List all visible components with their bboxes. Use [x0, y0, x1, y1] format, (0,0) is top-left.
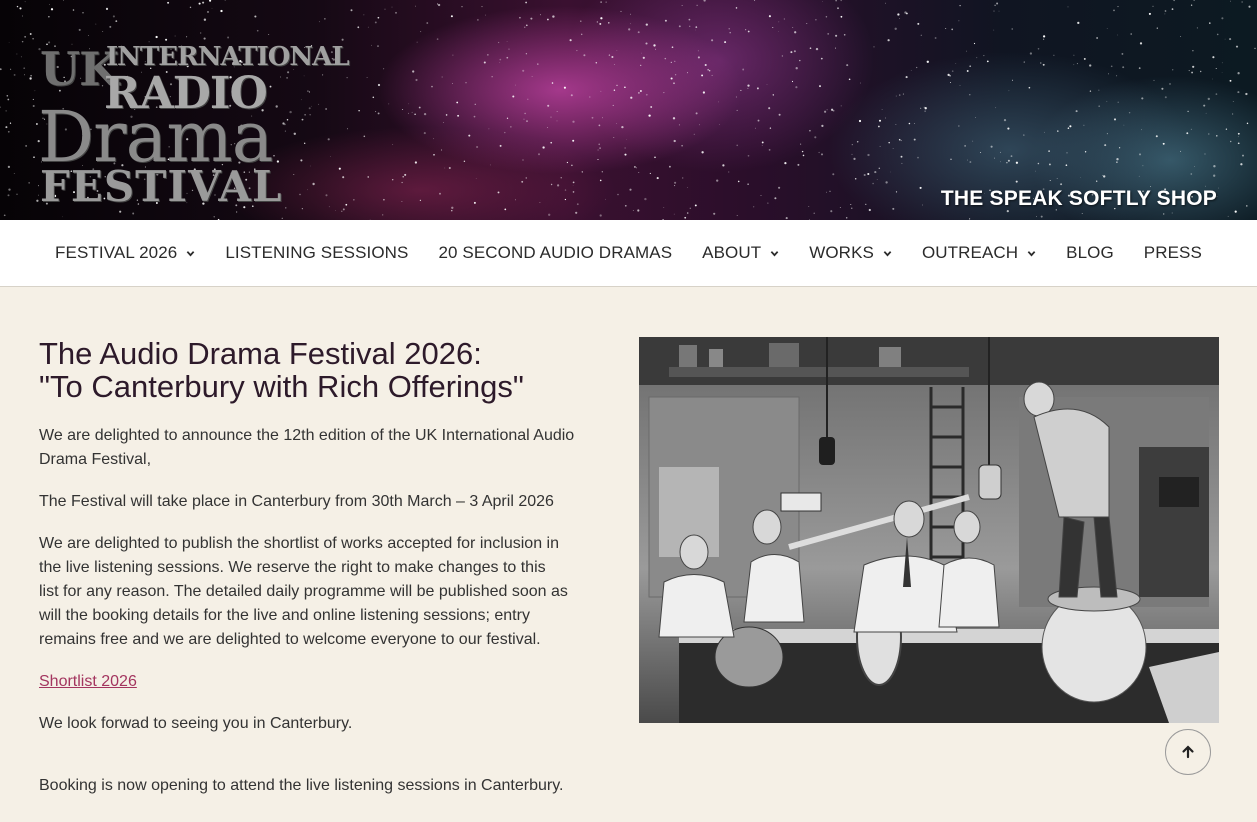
- chevron-down-icon: [1027, 250, 1036, 256]
- nav-item-about[interactable]: ABOUT: [702, 243, 779, 263]
- nav-item-label: PRESS: [1143, 243, 1202, 262]
- nav-item-label: LISTENING SESSIONS: [225, 243, 409, 262]
- dates-paragraph: The Festival will take place in Canterbu…: [39, 493, 554, 510]
- radio-drama-studio-photo: [639, 337, 1219, 723]
- main-content: The Audio Drama Festival 2026: "To Cante…: [39, 337, 609, 798]
- nav-item-20-second-audio-dramas[interactable]: 20 SECOND AUDIO DRAMAS: [439, 243, 673, 263]
- nav-item-press[interactable]: PRESS: [1144, 243, 1202, 263]
- closing-paragraph: We look forwad to seeing you in Canterbu…: [39, 715, 353, 732]
- shortlist-link[interactable]: Shortlist 2026: [39, 670, 137, 694]
- main-nav: FESTIVAL 2026 LISTENING SESSIONS 20 SECO…: [0, 220, 1257, 287]
- back-to-top-button[interactable]: [1165, 729, 1211, 775]
- arrow-up-icon: [1182, 745, 1194, 759]
- announcement-paragraph: We are delighted to announce the 12th ed…: [39, 427, 575, 468]
- nav-item-label: 20 SECOND AUDIO DRAMAS: [438, 243, 673, 262]
- nav-item-outreach[interactable]: OUTREACH: [922, 243, 1036, 263]
- nav-item-works[interactable]: WORKS: [809, 243, 892, 263]
- logo-festival-text: FESTIVAL: [40, 162, 283, 211]
- shop-link[interactable]: THE SPEAK SOFTLY SHOP: [941, 187, 1217, 211]
- nav-item-label: FESTIVAL 2026: [55, 243, 178, 262]
- nav-item-festival-2026[interactable]: FESTIVAL 2026: [55, 243, 195, 263]
- nav-item-blog[interactable]: BLOG: [1066, 243, 1114, 263]
- chevron-down-icon: [187, 250, 195, 256]
- page-title: The Audio Drama Festival 2026: "To Cante…: [39, 337, 609, 403]
- nav-item-label: BLOG: [1066, 243, 1114, 262]
- chevron-down-icon: [770, 250, 779, 256]
- header-banner: UK INTERNATIONAL RADIO Drama FESTIVAL TH…: [0, 0, 1257, 220]
- page-title-line-2: "To Canterbury with Rich Offerings": [39, 369, 524, 404]
- nav-item-label: ABOUT: [702, 243, 762, 262]
- booking-paragraph: Booking is now opening to attend the liv…: [39, 777, 564, 794]
- nav-item-label: OUTREACH: [921, 243, 1019, 262]
- nav-item-label: WORKS: [809, 243, 874, 262]
- chevron-down-icon: [883, 250, 892, 256]
- page-title-line-1: The Audio Drama Festival 2026:: [39, 336, 482, 371]
- shortlist-paragraph: We are delighted to publish the shortlis…: [39, 535, 568, 648]
- nav-item-listening-sessions[interactable]: LISTENING SESSIONS: [225, 243, 408, 263]
- festival-logo[interactable]: UK INTERNATIONAL RADIO Drama FESTIVAL: [36, 40, 350, 211]
